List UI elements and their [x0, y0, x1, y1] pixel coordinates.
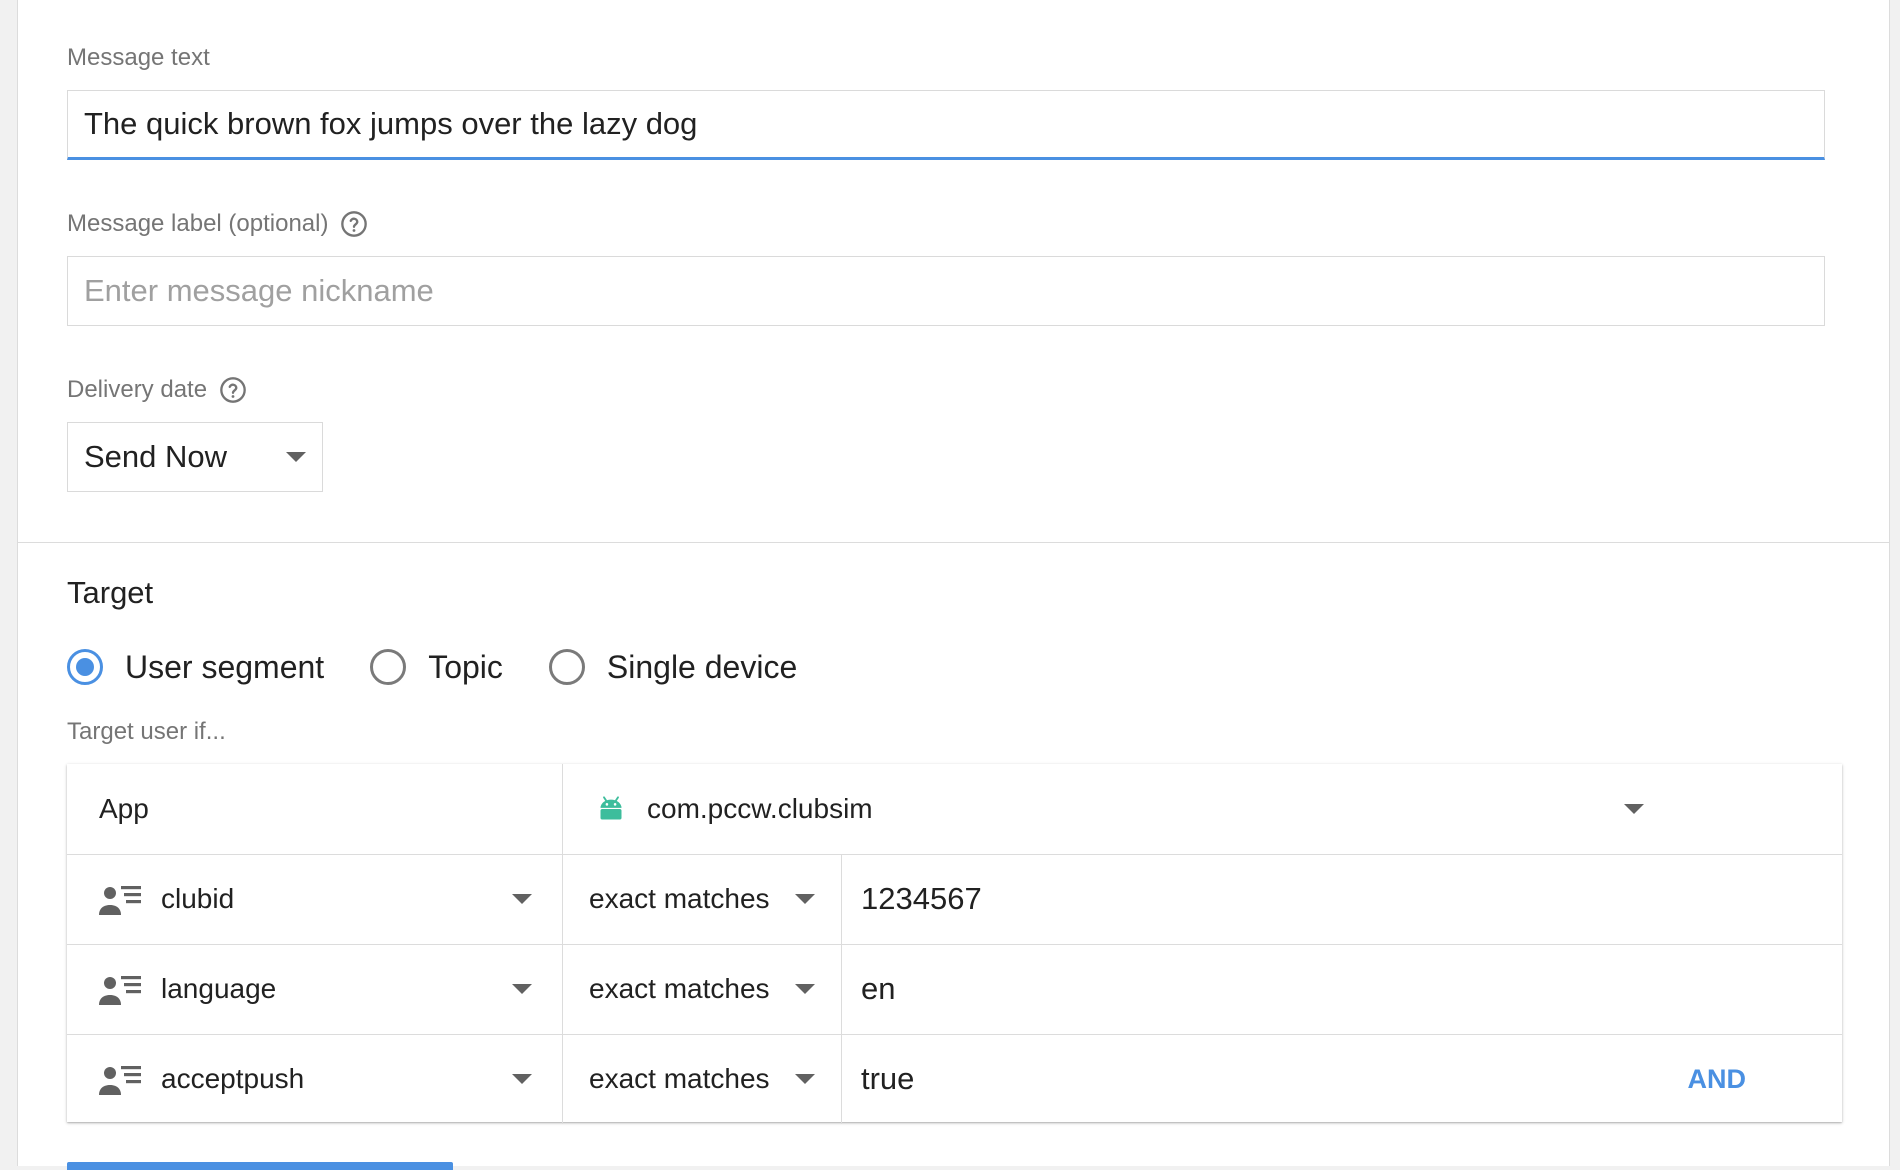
primary-button-edge[interactable] [67, 1162, 453, 1170]
operator-select[interactable]: exact matches [563, 944, 842, 1034]
notification-compose-card: Message text Message label (optional) De… [17, 0, 1890, 1170]
chevron-down-icon [795, 984, 815, 994]
message-label-label: Message label (optional) [67, 210, 368, 238]
app-row: App com.pccw.clubsim [67, 764, 1842, 855]
help-icon[interactable] [340, 210, 368, 238]
condition-value-input[interactable]: 1234567 [842, 854, 1842, 944]
property-value: clubid [161, 883, 235, 914]
property-value: language [161, 973, 277, 1004]
android-icon [600, 796, 622, 820]
condition-value: 1234567 [861, 881, 982, 916]
condition-value-input[interactable]: en [842, 944, 1842, 1034]
user-property-icon [99, 886, 141, 915]
chevron-down-icon [512, 1074, 532, 1084]
delivery-date-label: Delivery date [67, 376, 247, 404]
radio-single-device[interactable]: Single device [548, 649, 797, 686]
chevron-down-icon [1624, 804, 1644, 814]
target-section-title: Target [67, 575, 154, 610]
app-row-label: App [99, 793, 149, 824]
delivery-date-value: Send Now [84, 439, 228, 474]
app-row-label-cell: App [67, 764, 563, 854]
section-divider [18, 542, 1889, 543]
property-select[interactable]: language [67, 944, 563, 1034]
target-radio-group: User segment Topic Single device [67, 646, 843, 688]
app-select[interactable]: com.pccw.clubsim [563, 764, 1842, 854]
condition-row: language exact matches en [67, 944, 1842, 1035]
targeting-rules-card: App com.pccw.clubsim clubid exact matche… [67, 764, 1842, 1124]
condition-value: en [861, 971, 896, 1006]
chevron-down-icon [795, 1074, 815, 1084]
condition-row: clubid exact matches 1234567 [67, 854, 1842, 945]
operator-select[interactable]: exact matches [563, 1034, 842, 1124]
condition-row: acceptpush exact matches true AND [67, 1034, 1842, 1124]
user-property-icon [99, 1066, 141, 1095]
radio-user-segment[interactable]: User segment [67, 649, 324, 686]
radio-unchecked-icon[interactable] [370, 649, 407, 685]
property-value: acceptpush [161, 1063, 305, 1094]
delivery-date-select[interactable]: Send Now [67, 422, 323, 492]
chevron-down-icon [795, 894, 815, 904]
radio-unchecked-icon[interactable] [548, 649, 585, 685]
operator-value: exact matches [589, 973, 770, 1004]
and-button[interactable]: AND [1688, 1064, 1747, 1095]
chevron-down-icon [512, 984, 532, 994]
property-select[interactable]: clubid [67, 854, 563, 944]
chevron-down-icon [512, 894, 532, 904]
radio-topic[interactable]: Topic [370, 649, 503, 686]
condition-value-input[interactable]: true AND [842, 1034, 1842, 1124]
help-icon[interactable] [219, 376, 247, 404]
message-label-input[interactable] [67, 256, 1825, 326]
message-text-label: Message text [67, 44, 210, 71]
condition-value: true [861, 1061, 915, 1096]
message-text-input[interactable] [67, 90, 1825, 160]
app-value: com.pccw.clubsim [647, 793, 873, 824]
user-property-icon [99, 976, 141, 1005]
target-hint: Target user if... [67, 718, 226, 745]
radio-checked-icon[interactable] [67, 649, 103, 685]
operator-value: exact matches [589, 883, 770, 914]
property-select[interactable]: acceptpush [67, 1034, 563, 1124]
operator-value: exact matches [589, 1063, 770, 1094]
operator-select[interactable]: exact matches [563, 854, 842, 944]
chevron-down-icon [286, 452, 306, 462]
